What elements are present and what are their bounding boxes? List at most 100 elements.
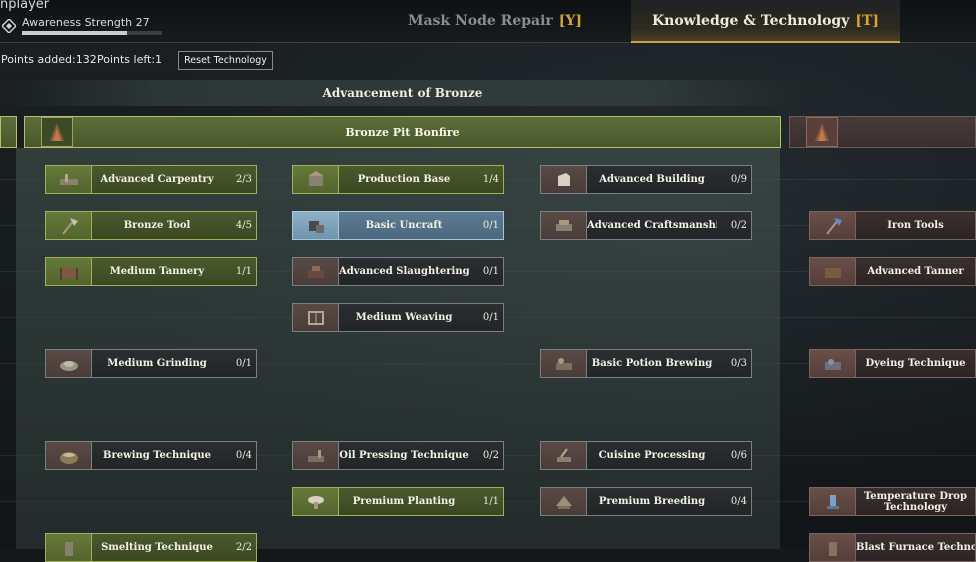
tech-node-temperature-drop-technology[interactable]: Temperature Drop Technology — [809, 487, 976, 516]
node-count: 0/4 — [235, 450, 252, 461]
node-count: 0/9 — [730, 174, 747, 185]
node-label: Medium Weaving — [355, 312, 453, 323]
tech-node-advanced-building[interactable]: Advanced Building 0/9 — [540, 165, 752, 194]
node-label: Cuisine Processing — [598, 450, 706, 461]
axe-icon — [46, 212, 92, 239]
node-count: 2/2 — [235, 542, 252, 553]
awareness-strength: Awareness Strength 27 — [22, 16, 150, 29]
tab-label: Mask Node Repair — [407, 12, 553, 29]
smelting-icon — [46, 534, 92, 561]
node-label: Production Base — [357, 174, 451, 185]
dyeing-icon — [810, 350, 856, 377]
node-count: 1/4 — [482, 174, 499, 185]
iron-tool-icon — [810, 212, 856, 239]
node-label: Advanced Craftsmanship — [587, 220, 717, 231]
furnace-icon — [810, 534, 856, 561]
node-label: Advanced Tanner — [867, 266, 964, 277]
points-left: Points left:1 — [97, 53, 163, 66]
section-title: Advancement of Bronze — [0, 80, 805, 106]
banner-label: Bronze Pit Bonfire — [345, 125, 460, 139]
node-label: Smelting Technique — [101, 542, 213, 553]
tech-node-premium-planting[interactable]: Premium Planting 1/1 — [292, 487, 504, 516]
node-count: 0/1 — [235, 358, 252, 369]
weaving-icon — [293, 304, 339, 331]
node-label: Advanced Building — [599, 174, 705, 185]
tab-hotkey: [Y] — [558, 12, 583, 29]
tech-node-brewing-technique[interactable]: Brewing Technique 0/4 — [45, 441, 257, 470]
tech-node-medium-tannery[interactable]: Medium Tannery 1/1 — [45, 257, 257, 286]
node-label: Iron Tools — [887, 220, 944, 231]
node-count: 2/3 — [235, 174, 252, 185]
grinding-icon — [46, 350, 92, 377]
tech-node-cuisine-processing[interactable]: Cuisine Processing 0/6 — [540, 441, 752, 470]
tech-node-oil-pressing-technique[interactable]: Oil Pressing Technique 0/2 — [292, 441, 504, 470]
node-count: 0/4 — [730, 496, 747, 507]
node-count: 1/1 — [235, 266, 252, 277]
slaughtering-icon — [293, 258, 339, 285]
node-count: 0/1 — [482, 312, 499, 323]
awareness-icon — [2, 19, 16, 33]
node-label: Premium Breeding — [598, 496, 706, 507]
tech-node-basic-uncraft[interactable]: Basic Uncraft 0/1 — [292, 211, 504, 240]
tech-node-medium-weaving[interactable]: Medium Weaving 0/1 — [292, 303, 504, 332]
node-label: Advanced Slaughtering — [339, 266, 469, 277]
node-label: Temperature Drop Technology — [864, 490, 967, 513]
breeding-icon — [541, 488, 587, 515]
node-count: 0/2 — [730, 220, 747, 231]
tab-label: Knowledge & Technology — [651, 12, 850, 29]
node-count: 0/1 — [482, 220, 499, 231]
brewing-icon — [46, 442, 92, 469]
node-count: 0/6 — [730, 450, 747, 461]
tech-node-advanced-carpentry[interactable]: Advanced Carpentry 2/3 — [45, 165, 257, 194]
node-count: 0/1 — [482, 266, 499, 277]
tab-mask-node-repair[interactable]: Mask Node Repair [Y] — [400, 0, 590, 41]
bonfire-icon — [806, 117, 838, 147]
tech-node-dyeing-technique[interactable]: Dyeing Technique — [809, 349, 976, 378]
node-label: Brewing Technique — [103, 450, 211, 461]
potion-brewing-icon — [541, 350, 587, 377]
awareness-bar-fill — [22, 31, 127, 35]
reset-technology-button[interactable]: Reset Technology — [178, 51, 273, 70]
tech-node-advanced-slaughtering[interactable]: Advanced Slaughtering 0/1 — [292, 257, 504, 286]
carpentry-icon — [46, 166, 92, 193]
tab-hotkey: [T] — [855, 12, 880, 29]
tannery-icon — [810, 258, 856, 285]
tech-node-advanced-tanner[interactable]: Advanced Tanner — [809, 257, 976, 286]
planting-icon — [293, 488, 339, 515]
tech-node-iron-tools[interactable]: Iron Tools — [809, 211, 976, 240]
cuisine-icon — [541, 442, 587, 469]
uncraft-icon — [293, 212, 339, 239]
prev-era-banner[interactable] — [0, 116, 17, 148]
node-label: Blast Furnace Technology — [856, 542, 975, 553]
node-label: Premium Planting — [352, 496, 456, 507]
bronze-pit-bonfire-banner[interactable]: Bronze Pit Bonfire — [24, 116, 781, 148]
node-label: Medium Tannery — [109, 266, 205, 277]
node-label: Dyeing Technique — [865, 358, 966, 369]
tech-node-basic-potion-brewing[interactable]: Basic Potion Brewing 0/3 — [540, 349, 752, 378]
tech-node-premium-breeding[interactable]: Premium Breeding 0/4 — [540, 487, 752, 516]
craftsmanship-icon — [541, 212, 587, 239]
points-added: Points added:132 — [1, 53, 97, 66]
tech-node-smelting-technique[interactable]: Smelting Technique 2/2 — [45, 533, 257, 562]
node-label: Advanced Carpentry — [100, 174, 214, 185]
node-label: Medium Grinding — [107, 358, 207, 369]
node-count: 0/3 — [730, 358, 747, 369]
next-era-banner[interactable] — [789, 116, 976, 148]
tech-node-bronze-tool[interactable]: Bronze Tool 4/5 — [45, 211, 257, 240]
node-label: Oil Pressing Technique — [339, 450, 469, 461]
node-label: Basic Uncraft — [365, 220, 443, 231]
node-label: Bronze Tool — [123, 220, 191, 231]
tech-node-blast-furnace-technology[interactable]: Blast Furnace Technology — [809, 533, 976, 562]
tech-node-advanced-craftsmanship[interactable]: Advanced Craftsmanship 0/2 — [540, 211, 752, 240]
top-bar: nplayer Awareness Strength 27 Mask Node … — [0, 0, 976, 43]
node-label: Basic Potion Brewing — [591, 358, 713, 369]
oil-press-icon — [293, 442, 339, 469]
awareness-bar — [22, 31, 162, 35]
production-base-icon — [293, 166, 339, 193]
tab-knowledge-technology[interactable]: Knowledge & Technology [T] — [631, 0, 900, 43]
building-icon — [541, 166, 587, 193]
tannery-icon — [46, 258, 92, 285]
tech-node-medium-grinding[interactable]: Medium Grinding 0/1 — [45, 349, 257, 378]
temperature-drop-icon — [810, 488, 856, 515]
tech-node-production-base[interactable]: Production Base 1/4 — [292, 165, 504, 194]
